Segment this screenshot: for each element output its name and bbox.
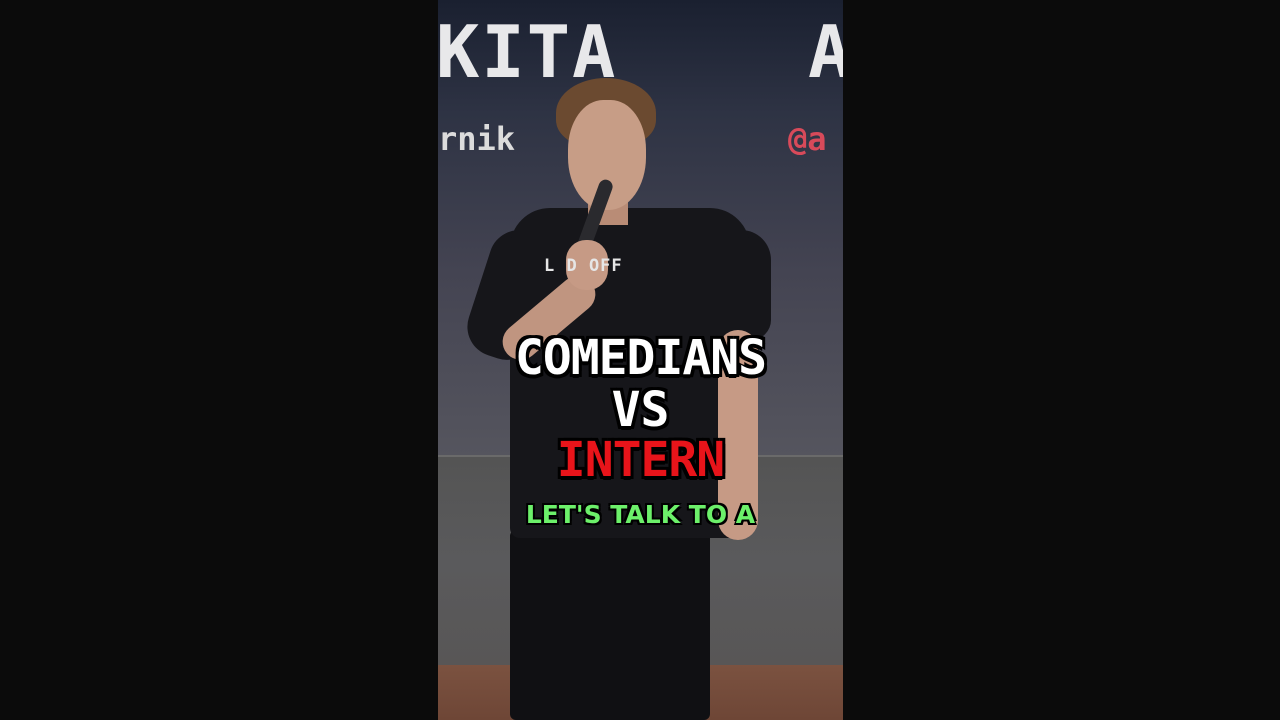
caption-title-line2: VS [611, 382, 670, 438]
caption-title-line1: COMEDIANS [514, 330, 767, 386]
backdrop-handle-right: @a [788, 120, 827, 158]
shirt-print: L D OFF [544, 256, 623, 276]
backdrop-handle-left: rnik [438, 120, 516, 158]
subtitle-text: LET'S TALK TO A [525, 500, 756, 529]
caption-title-line3: INTERN [556, 432, 725, 488]
backdrop-name-right: A [808, 10, 843, 94]
performer-legs [510, 530, 710, 720]
viewport: KITA A rnik @a L D OFF COMEDIANS VS INTE… [0, 0, 1280, 720]
video-frame[interactable]: KITA A rnik @a L D OFF COMEDIANS VS INTE… [438, 0, 843, 720]
